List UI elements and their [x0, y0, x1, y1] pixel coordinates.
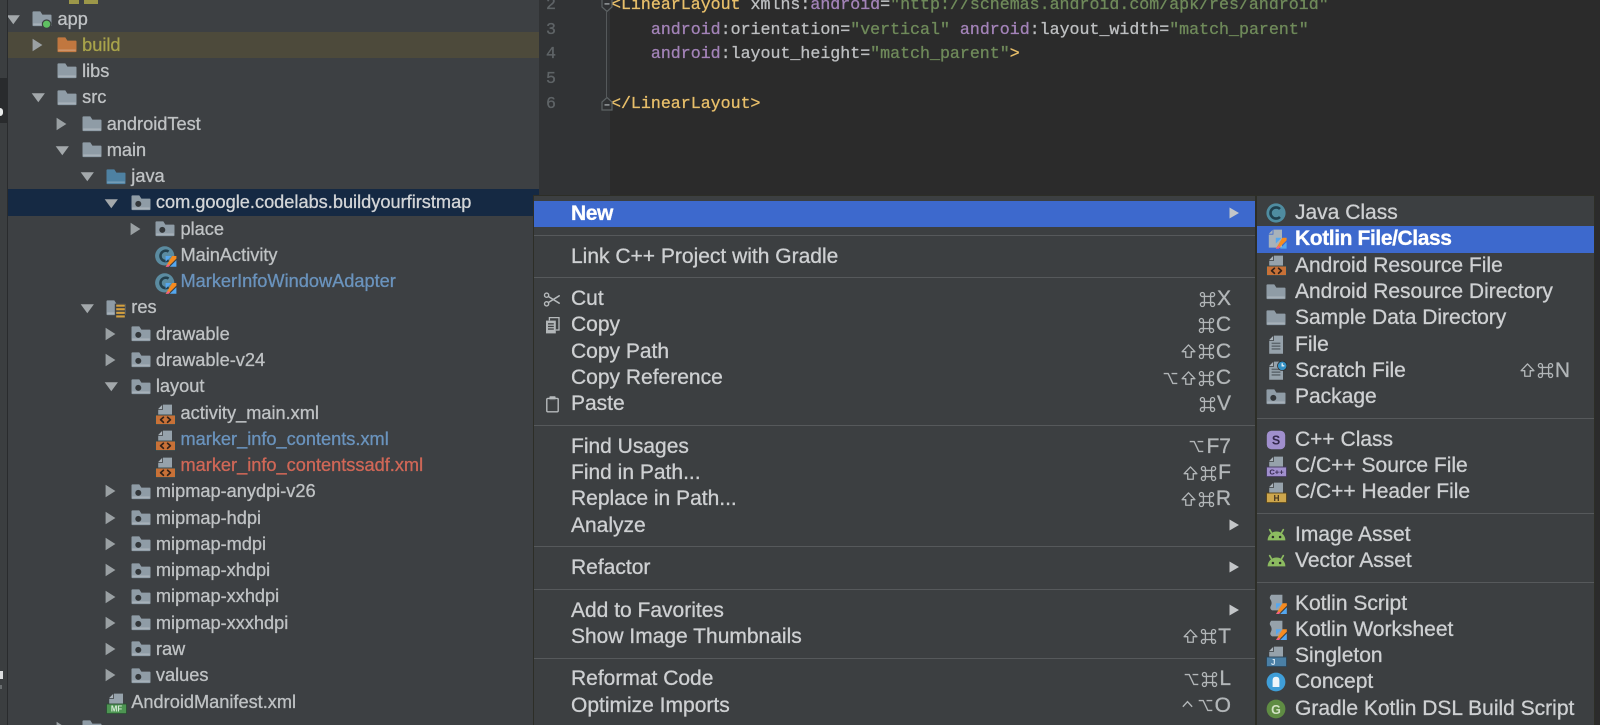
svg-text:J: J	[1271, 657, 1275, 666]
svg-text:G: G	[1271, 703, 1281, 717]
svg-text:MF: MF	[111, 705, 122, 714]
svg-text:H: H	[1274, 494, 1280, 503]
svg-text:C++: C++	[1269, 467, 1284, 476]
svg-text:S: S	[1272, 433, 1280, 447]
